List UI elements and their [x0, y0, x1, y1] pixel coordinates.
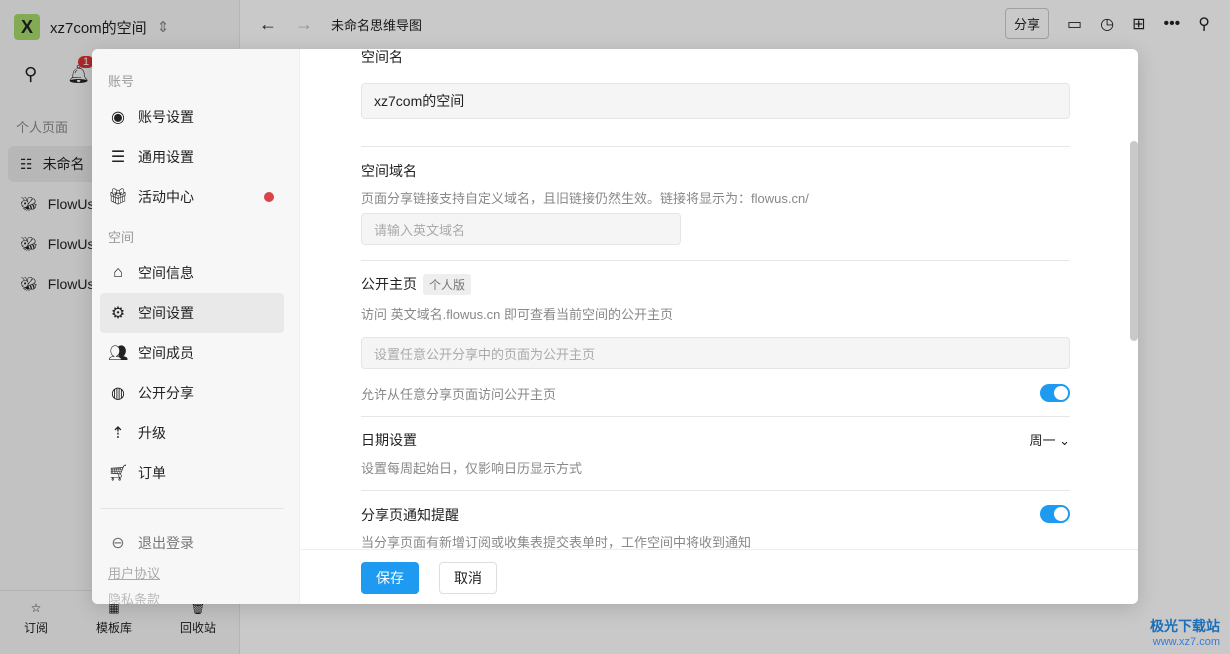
nav-group-account: 账号: [108, 74, 135, 89]
members-icon: 👥︎: [108, 345, 129, 362]
label: 空间设置: [138, 305, 194, 321]
homepage-label: 公开主页: [361, 276, 417, 292]
divider: [361, 416, 1070, 417]
date-label: 日期设置: [361, 432, 417, 448]
user-icon: ◉: [111, 109, 125, 126]
label: 公开分享: [138, 385, 194, 401]
privacy-link[interactable]: 隐私条款: [108, 589, 160, 604]
nav-group-space: 空间: [108, 230, 135, 245]
settings-nav: 账号 ◉ 账号设置 ☰ 通用设置 🎁︎ 活动中心 空间 ⌂ 空间信息 ⚙ 空间设置 👥︎ 空…: [92, 49, 300, 604]
input-value: xz7com的空间: [374, 93, 465, 109]
homepage-label-row: 公开主页 个人版: [361, 274, 1070, 295]
save-button[interactable]: 保存: [361, 562, 419, 594]
select-value: 周一: [1029, 433, 1056, 448]
space-name-label: 空间名: [361, 49, 403, 65]
nav-space-members[interactable]: 👥︎ 空间成员: [100, 333, 284, 373]
date-row: 日期设置 周一 ⌄: [361, 430, 1070, 450]
allow-homepage-toggle[interactable]: [1040, 384, 1070, 402]
nav-upgrade[interactable]: ⇡ 升级: [100, 413, 284, 453]
placeholder: 设置任意公开分享中的页面为公开主页: [374, 346, 596, 362]
placeholder: 请输入英文域名: [374, 222, 466, 238]
scrollbar[interactable]: [1130, 141, 1138, 341]
settings-content: 空间名 xz7com的空间 空间域名 页面分享链接支持自定义域名，且旧链接仍然生…: [301, 49, 1138, 549]
cart-icon: 🛒︎: [108, 465, 129, 482]
plan-tag: 个人版: [423, 274, 472, 295]
label: 升级: [138, 425, 166, 441]
modal-footer: 保存 取消: [301, 549, 1138, 604]
label: 订单: [138, 465, 166, 481]
watermark-url: www.xz7.com: [1152, 636, 1220, 648]
watermark-logo: 极光下载站 www.xz7.com: [1150, 616, 1220, 648]
watermark-name: 极光下载站: [1150, 618, 1220, 634]
allow-label: 允许从任意分享页面访问公开主页: [361, 387, 557, 402]
label: 通用设置: [138, 149, 194, 165]
chevron-down-icon: ⌄: [1059, 433, 1070, 448]
home-icon: ⌂: [113, 264, 123, 281]
divider: [361, 260, 1070, 261]
nav-activity-center[interactable]: 🎁︎ 活动中心: [100, 177, 284, 217]
notify-desc: 当分享页面有新增订阅或收集表提交表单时，工作空间中将收到通知: [361, 535, 752, 549]
notify-label: 分享页通知提醒: [361, 507, 459, 523]
divider: [100, 508, 284, 509]
nav-orders[interactable]: 🛒︎ 订单: [100, 453, 284, 493]
globe-icon: ◍: [111, 385, 125, 402]
nav-public-share[interactable]: ◍ 公开分享: [100, 373, 284, 413]
notify-row: 分享页通知提醒: [361, 505, 1070, 525]
label: 空间信息: [138, 265, 194, 281]
nav-space-settings[interactable]: ⚙ 空间设置: [100, 293, 284, 333]
nav-account-settings[interactable]: ◉ 账号设置: [100, 97, 284, 137]
label: 活动中心: [138, 189, 194, 205]
homepage-input[interactable]: 设置任意公开分享中的页面为公开主页: [361, 337, 1070, 369]
space-name-input[interactable]: xz7com的空间: [361, 83, 1070, 119]
allow-homepage-row: 允许从任意分享页面访问公开主页: [361, 384, 1070, 403]
arrow-up-circle-icon: ⇡: [111, 425, 125, 442]
nav-general-settings[interactable]: ☰ 通用设置: [100, 137, 284, 177]
notify-toggle[interactable]: [1040, 505, 1070, 523]
sliders-icon: ☰: [110, 149, 126, 166]
user-agreement-link[interactable]: 用户协议: [108, 563, 160, 582]
domain-label: 空间域名: [361, 163, 417, 179]
gift-icon: 🎁︎: [108, 189, 129, 206]
cancel-button[interactable]: 取消: [439, 562, 497, 594]
nav-space-info[interactable]: ⌂ 空间信息: [100, 253, 284, 293]
unread-dot: [264, 192, 274, 202]
divider: [361, 146, 1070, 147]
label: 账号设置: [138, 109, 194, 125]
label: 退出登录: [138, 535, 194, 551]
divider: [361, 490, 1070, 491]
homepage-desc: 访问 英文域名.flowus.cn 即可查看当前空间的公开主页: [361, 307, 674, 322]
date-desc: 设置每周起始日，仅影响日历显示方式: [361, 461, 583, 476]
label: 空间成员: [138, 345, 194, 361]
domain-desc: 页面分享链接支持自定义域名，且旧链接仍然生效。链接将显示为：flowus.cn/: [361, 191, 809, 206]
week-start-select[interactable]: 周一 ⌄: [1029, 430, 1070, 449]
logout-button[interactable]: ⊖ 退出登录: [100, 523, 284, 563]
domain-input[interactable]: 请输入英文域名: [361, 213, 681, 245]
gear-icon: ⚙: [110, 305, 126, 322]
minus-circle-icon: ⊖: [111, 535, 125, 552]
settings-modal: 账号 ◉ 账号设置 ☰ 通用设置 🎁︎ 活动中心 空间 ⌂ 空间信息 ⚙ 空间设置 👥︎ 空…: [92, 49, 1138, 604]
